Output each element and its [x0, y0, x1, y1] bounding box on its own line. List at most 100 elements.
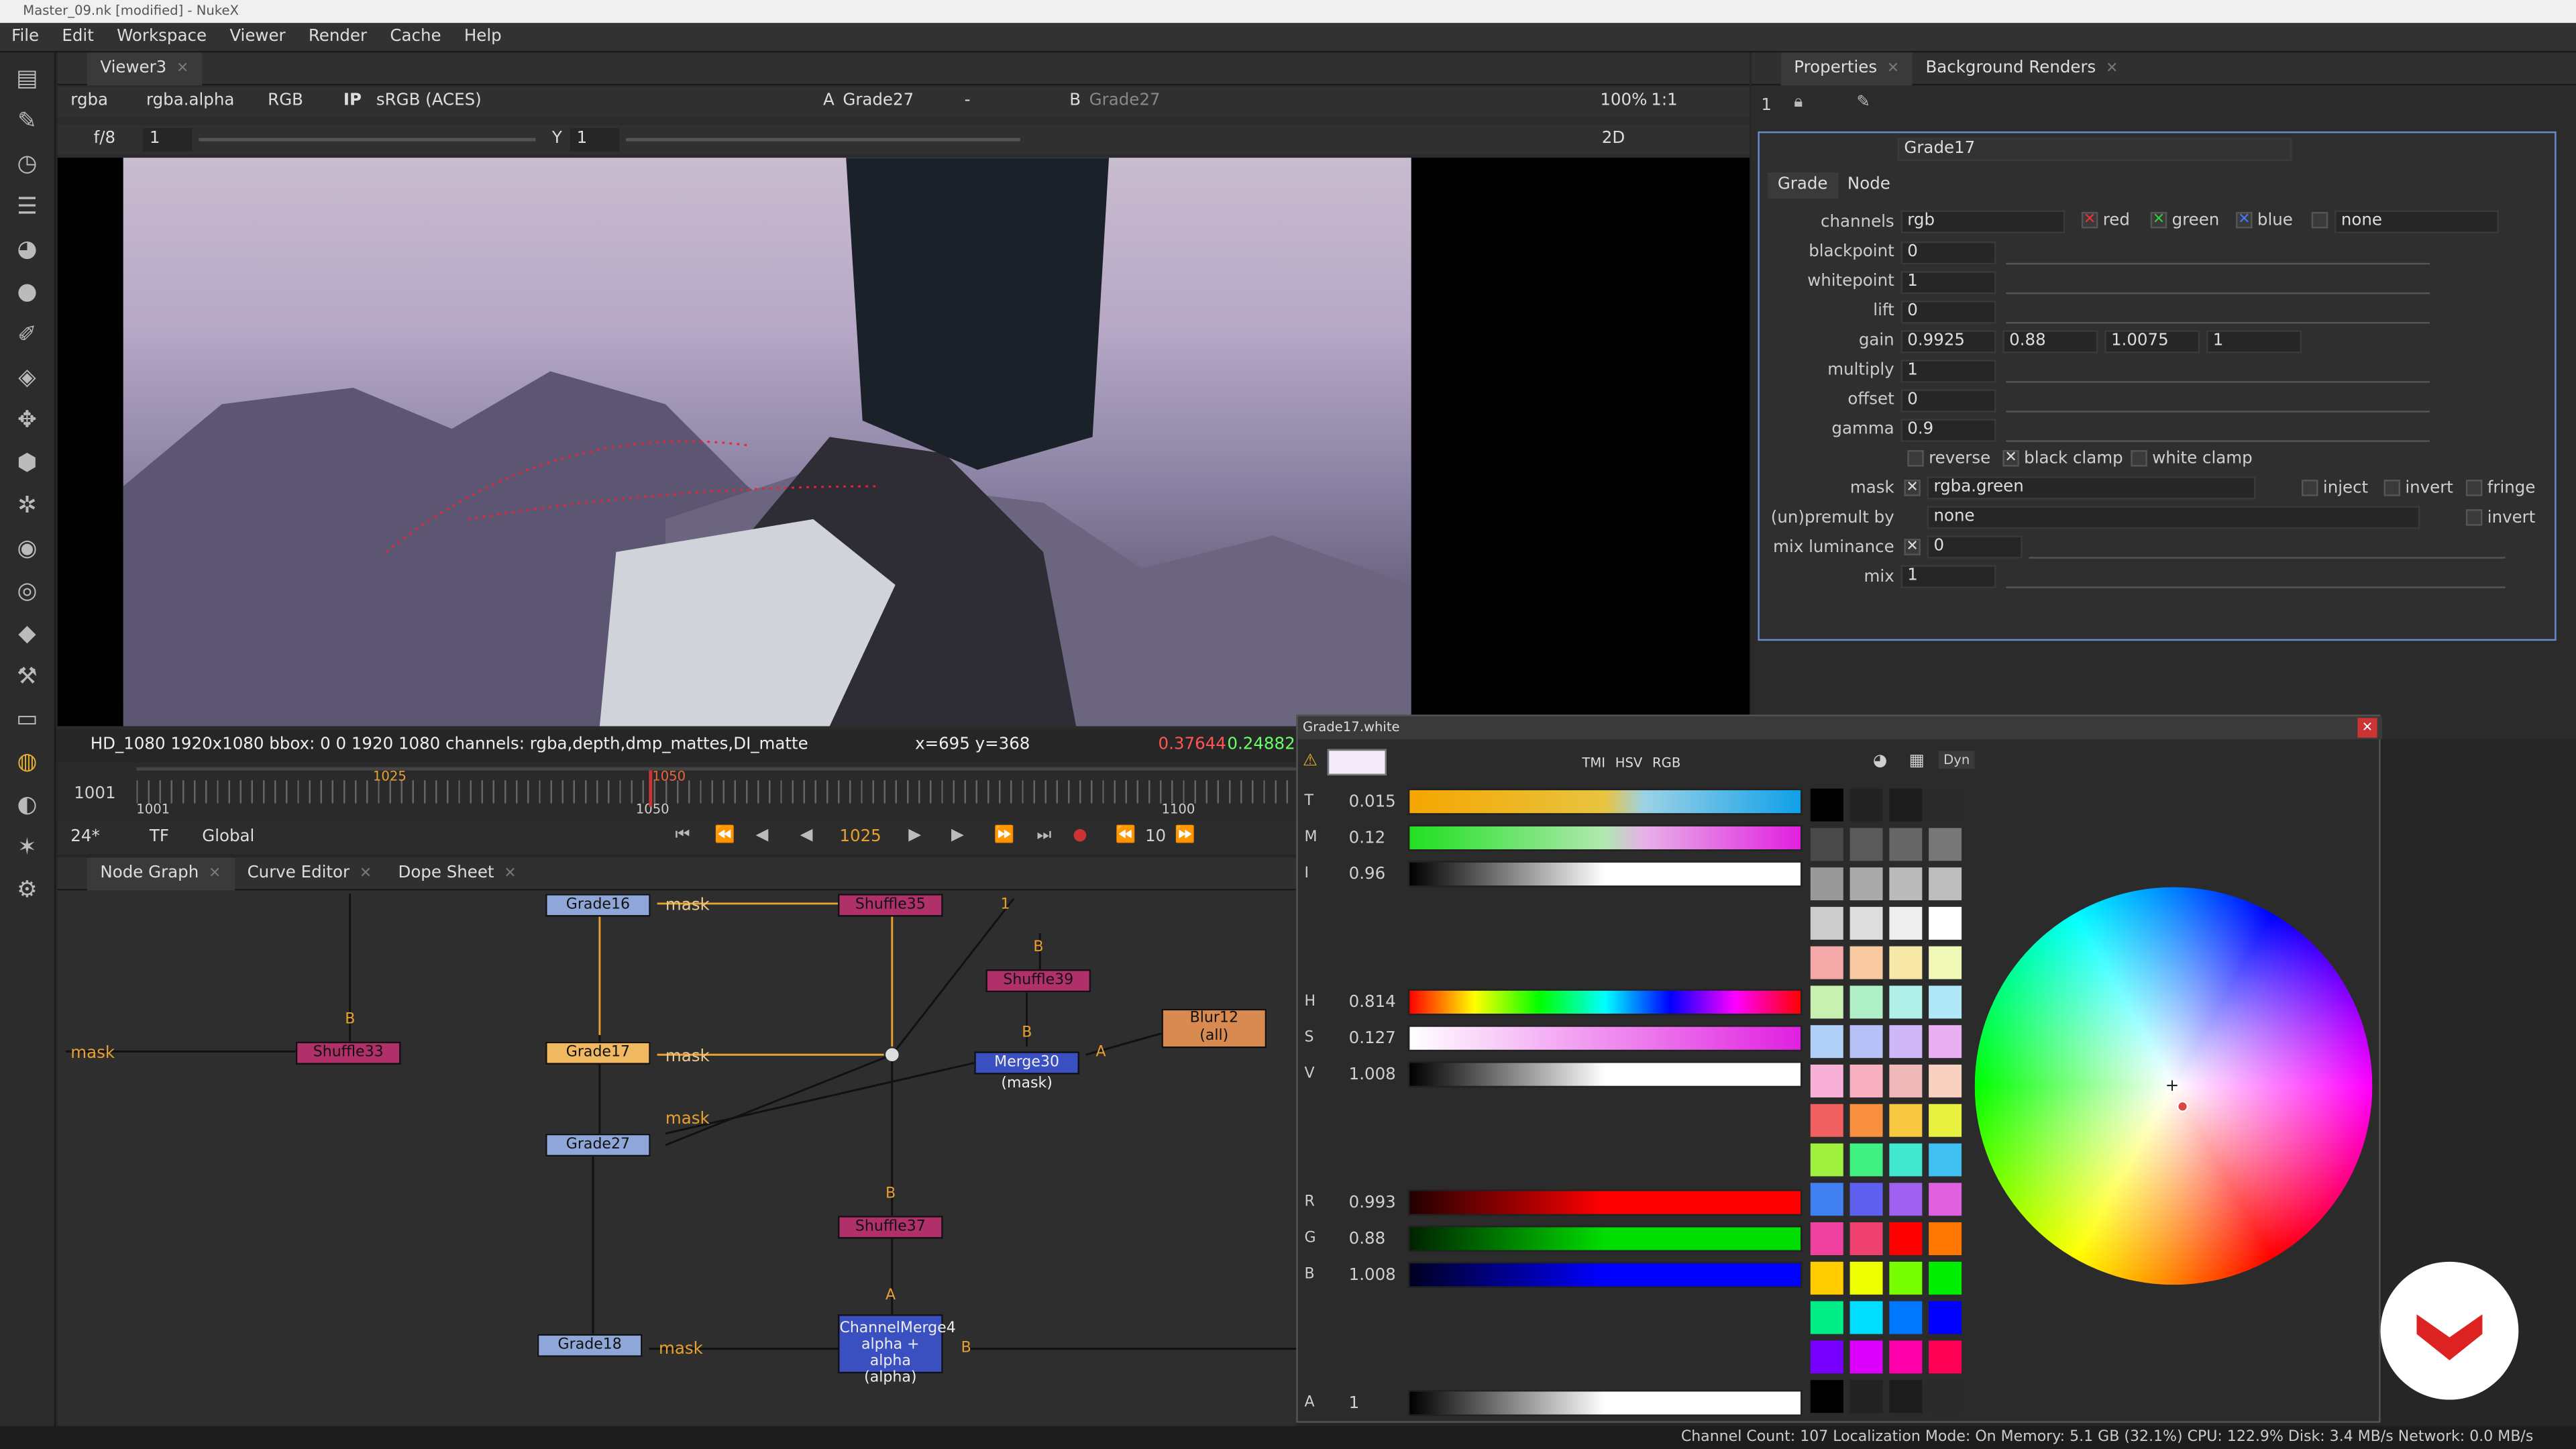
- out-marker[interactable]: 1050: [652, 769, 686, 784]
- gain-slider[interactable]: [199, 138, 536, 142]
- palette-swatch[interactable]: [1929, 1104, 1962, 1137]
- saturation-slider[interactable]: [1407, 1025, 1803, 1052]
- node-channelmerge4[interactable]: ChannelMerge4 alpha + alpha (alpha): [837, 1314, 956, 1387]
- palette-swatch[interactable]: [1849, 1261, 1883, 1295]
- in-marker[interactable]: 1025: [373, 769, 407, 784]
- palette-swatch[interactable]: [1889, 1064, 1923, 1097]
- palette-swatch[interactable]: [1929, 1143, 1962, 1177]
- palette-swatch[interactable]: [1889, 867, 1923, 901]
- palette-swatch[interactable]: [1929, 946, 1962, 979]
- palette-swatch[interactable]: [1810, 946, 1843, 979]
- hue-slider[interactable]: [1407, 989, 1803, 1016]
- multiply-field[interactable]: 1: [1900, 360, 1996, 383]
- wheel-icon[interactable]: ◕: [1873, 753, 1887, 771]
- temperature-slider[interactable]: [1407, 788, 1803, 815]
- play-back-icon[interactable]: ◀: [800, 826, 813, 845]
- palette-swatch[interactable]: [1810, 1104, 1843, 1137]
- palette-swatch[interactable]: [1849, 985, 1883, 1019]
- tab-properties[interactable]: Properties ✕: [1780, 52, 1913, 86]
- palette-swatch[interactable]: [1849, 906, 1883, 940]
- ip-button[interactable]: IP: [337, 87, 368, 117]
- slider-value[interactable]: 0.127: [1349, 1030, 1396, 1049]
- palette-swatch[interactable]: [1929, 828, 1962, 861]
- palette-swatch[interactable]: [1889, 1340, 1923, 1374]
- menu-workspace[interactable]: Workspace: [105, 23, 218, 52]
- palette-swatch[interactable]: [1810, 1064, 1843, 1097]
- reverse-checkbox[interactable]: reverse: [1907, 450, 1990, 468]
- palette-swatch[interactable]: [1889, 1380, 1923, 1413]
- close-icon[interactable]: ✕: [1887, 61, 1899, 77]
- gain-a-field[interactable]: 1: [2206, 330, 2302, 354]
- colorspace-dropdown[interactable]: sRGB (ACES): [370, 87, 665, 117]
- prev-frame-icon[interactable]: ◀: [756, 826, 769, 845]
- menu-cache[interactable]: Cache: [378, 23, 452, 52]
- palette-swatch[interactable]: [1929, 1222, 1962, 1256]
- palette-swatch[interactable]: [1889, 985, 1923, 1019]
- mix-field[interactable]: 1: [1900, 565, 1996, 588]
- swatches-icon[interactable]: ▦: [1909, 753, 1925, 771]
- lift-slider[interactable]: [2006, 301, 2430, 324]
- green-checkbox[interactable]: ✕ green: [2150, 211, 2219, 230]
- pencil-icon[interactable]: ✎: [1856, 94, 1870, 112]
- blue-checkbox[interactable]: ✕ blue: [2236, 211, 2293, 230]
- gain-r-field[interactable]: 0.9925: [1900, 330, 1996, 354]
- fstop-field[interactable]: f/8: [87, 125, 122, 154]
- close-icon[interactable]: ✕: [2106, 61, 2118, 77]
- gamma-slider[interactable]: [626, 138, 1020, 142]
- lift-field[interactable]: 0: [1900, 301, 1996, 324]
- offset-field[interactable]: 0: [1900, 389, 1996, 413]
- transform-icon[interactable]: ✥: [13, 407, 42, 435]
- mix-luminance-field[interactable]: 0: [1927, 535, 2023, 559]
- tab-viewer3[interactable]: Viewer3 ✕: [87, 52, 202, 86]
- color-icon[interactable]: ◕: [13, 237, 42, 265]
- palette-swatch[interactable]: [1810, 1340, 1843, 1374]
- palette-swatch[interactable]: [1810, 1025, 1843, 1059]
- white-clamp-checkbox[interactable]: white clamp: [2131, 450, 2253, 468]
- whitepoint-field[interactable]: 1: [1900, 271, 1996, 294]
- alpha-checkbox[interactable]: [2311, 211, 2333, 230]
- node-graph-panel[interactable]: Node Graph ✕ Curve Editor ✕ Dope Sheet ✕ Grad…: [57, 857, 1297, 1446]
- play-icon[interactable]: ▶: [908, 826, 921, 845]
- mode-tmi[interactable]: TMI: [1577, 753, 1610, 775]
- image-icon[interactable]: ▤: [13, 66, 42, 94]
- input-b-dropdown[interactable]: Grade27: [1083, 87, 1181, 117]
- red-slider[interactable]: [1407, 1189, 1803, 1216]
- views-icon[interactable]: ◎: [13, 578, 42, 606]
- mix-slider[interactable]: [2006, 565, 2506, 588]
- slider-value[interactable]: 0.015: [1349, 794, 1396, 812]
- palette-swatch[interactable]: [1849, 1222, 1883, 1256]
- slider-value[interactable]: 0.12: [1349, 830, 1386, 848]
- palette-swatch[interactable]: [1810, 1143, 1843, 1177]
- next-key-icon[interactable]: ⏩: [994, 826, 1014, 845]
- record-icon[interactable]: ●: [1073, 826, 1087, 845]
- palette-swatch[interactable]: [1810, 1301, 1843, 1334]
- palette-swatch[interactable]: [1889, 1143, 1923, 1177]
- tab-grade[interactable]: Grade: [1768, 172, 1838, 199]
- node-grade27[interactable]: Grade27: [545, 1133, 651, 1157]
- node-grade18[interactable]: Grade18: [537, 1334, 643, 1357]
- mask-checkbox[interactable]: ✕: [1904, 480, 1921, 496]
- deep-icon[interactable]: ◉: [13, 535, 42, 564]
- node-shuffle33[interactable]: Shuffle33: [295, 1041, 401, 1065]
- red-checkbox[interactable]: ✕ red: [2081, 211, 2130, 230]
- max-panels-field[interactable]: 1: [1761, 97, 1772, 115]
- inject-checkbox[interactable]: inject: [2302, 480, 2368, 498]
- palette-swatch[interactable]: [1929, 788, 1962, 822]
- palette-swatch[interactable]: [1849, 1380, 1883, 1413]
- channelset-dropdown[interactable]: rgba: [64, 87, 115, 117]
- keyer-icon[interactable]: ✐: [13, 322, 42, 350]
- rewind-icon[interactable]: ⏪: [1116, 826, 1136, 845]
- palette-swatch[interactable]: [1849, 1301, 1883, 1334]
- gain-g-field[interactable]: 0.88: [2002, 330, 2098, 354]
- cara-icon[interactable]: ✶: [13, 835, 42, 863]
- slider-value[interactable]: 1.008: [1349, 1066, 1396, 1084]
- green-slider[interactable]: [1407, 1225, 1803, 1252]
- range-dropdown[interactable]: Global: [195, 823, 261, 853]
- blackpoint-field[interactable]: 0: [1900, 241, 1996, 265]
- slider-value[interactable]: 0.96: [1349, 866, 1386, 884]
- gain-field[interactable]: 1: [143, 128, 193, 152]
- palette-swatch[interactable]: [1889, 1025, 1923, 1059]
- compare-dropdown[interactable]: -: [958, 87, 1049, 117]
- fringe-checkbox[interactable]: fringe: [2465, 480, 2535, 498]
- 3d-icon[interactable]: ⬢: [13, 450, 42, 478]
